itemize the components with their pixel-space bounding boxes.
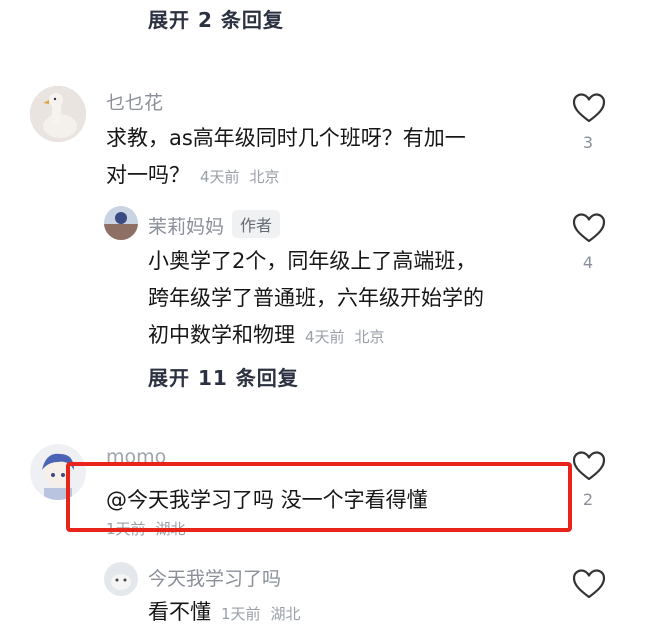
- author-badge: 作者: [232, 210, 281, 238]
- reply-text: 看不懂 1天前 湖北: [148, 594, 301, 633]
- heart-outline-icon: [572, 451, 606, 481]
- expand-replies-link[interactable]: 展开 2 条回复: [148, 4, 284, 33]
- comment-username[interactable]: 乜乜花: [106, 88, 163, 115]
- like-button[interactable]: [572, 212, 606, 248]
- reply-location: 湖北: [270, 605, 301, 623]
- avatar[interactable]: [104, 206, 138, 240]
- like-button[interactable]: [572, 568, 606, 604]
- goose-avatar-image: [30, 86, 86, 142]
- like-button[interactable]: [572, 450, 606, 486]
- avatar[interactable]: [30, 86, 86, 142]
- heart-outline-icon: [572, 569, 606, 599]
- reply-avatar-image: [104, 562, 138, 596]
- reply-time: 4天前: [305, 328, 345, 346]
- reply-location: 北京: [354, 328, 385, 346]
- reply-text-end: 初中数学和物理: [148, 323, 295, 347]
- like-count: 3: [582, 133, 594, 152]
- reply-time: 1天前: [221, 605, 261, 623]
- comment-text-line: 对一吗？ 4天前 北京: [106, 157, 546, 196]
- author-avatar-image: [104, 206, 138, 240]
- red-highlight-box: [66, 462, 572, 532]
- heart-outline-icon: [572, 213, 606, 243]
- heart-outline-icon: [572, 93, 606, 123]
- avatar[interactable]: [104, 562, 138, 596]
- reply-text-content: 看不懂: [148, 600, 211, 624]
- reply-text-line: 初中数学和物理 4天前 北京: [148, 317, 558, 356]
- reply-text-line: 小奥学了2个，同年级上了高端班，: [148, 249, 477, 273]
- reply-username[interactable]: 茉莉妈妈 作者: [148, 210, 281, 239]
- like-count: 2: [582, 490, 594, 509]
- like-button[interactable]: [572, 92, 606, 128]
- reply-username-text: 茉莉妈妈: [148, 216, 225, 238]
- like-count: 4: [582, 253, 594, 272]
- expand-replies-link[interactable]: 展开 11 条回复: [148, 362, 299, 391]
- comment-text-line: 求教，as高年级同时几个班呀？有加一: [106, 126, 466, 150]
- comment-text-end: 对一吗？: [106, 163, 190, 187]
- reply-text: 小奥学了2个，同年级上了高端班， 跨年级学了普通班，六年级开始学的 初中数学和物…: [148, 243, 558, 356]
- comment-time: 4天前: [200, 168, 240, 186]
- comment-location: 北京: [249, 168, 280, 186]
- comment-text: 求教，as高年级同时几个班呀？有加一 对一吗？ 4天前 北京: [106, 120, 546, 196]
- reply-username[interactable]: 今天我学习了吗: [148, 564, 281, 591]
- reply-text-line: 跨年级学了普通班，六年级开始学的: [148, 286, 484, 310]
